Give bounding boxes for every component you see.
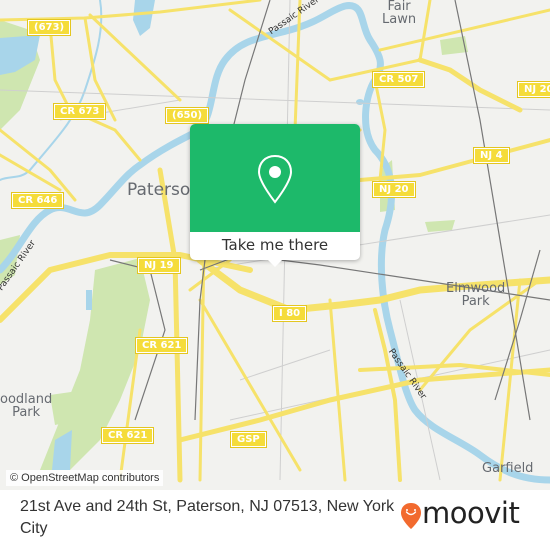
pond-park	[86, 290, 92, 310]
rail-line	[494, 249, 541, 401]
road-shield: I 80	[271, 305, 308, 322]
destination-popup[interactable]: Take me there	[190, 124, 360, 267]
road-shield: GSP	[230, 431, 267, 448]
road	[0, 0, 262, 22]
address-text: 21st Ave and 24th St, Paterson, NJ 07513…	[20, 498, 395, 537]
road	[418, 0, 432, 62]
road-shield: (650)	[164, 107, 210, 124]
road-shield: (673)	[26, 19, 72, 36]
road-shield: NJ 20	[517, 81, 550, 98]
road-shield: CR 646	[10, 192, 65, 209]
road-shield: CR 673	[52, 103, 107, 120]
moovit-pin-smile-icon	[401, 503, 421, 529]
road-nj20-north	[417, 57, 523, 113]
road-shield: CR 621	[134, 337, 189, 354]
popup-header	[190, 124, 360, 232]
location-pin-icon	[257, 154, 293, 204]
map-attribution[interactable]: © OpenStreetMap contributors	[6, 470, 164, 486]
road-shield: NJ 20	[372, 181, 416, 198]
moovit-wordmark: moovit	[422, 496, 520, 530]
place-label-fair-lawn: Fair Lawn	[382, 0, 417, 27]
road-shield: CR 507	[371, 71, 426, 88]
park-woodland	[50, 390, 85, 425]
minor-road	[239, 349, 331, 381]
road-shield: NJ 4	[473, 147, 510, 164]
road	[88, 13, 182, 102]
take-me-there-button[interactable]: Take me there	[190, 232, 360, 260]
map[interactable]: (673) CR 673 (650) CR 507 CR 646 NJ 20 N…	[0, 0, 550, 490]
place-label-elmwood-park: Elmwood Park	[446, 281, 506, 309]
road	[0, 128, 77, 202]
road-nj20-south	[373, 308, 402, 482]
road-shield: NJ 19	[137, 257, 181, 274]
road-gsp	[177, 367, 550, 443]
park-ne	[440, 36, 468, 55]
popup-pointer	[267, 259, 283, 267]
road-shield: CR 621	[100, 427, 155, 444]
place-label-woodland-park: oodland Park	[0, 392, 53, 420]
road-nj19-south	[157, 167, 183, 483]
road	[498, 278, 522, 482]
pond	[356, 99, 364, 105]
road	[328, 298, 347, 482]
place-label-garfield: Garfield	[482, 461, 534, 476]
footer: 21st Ave and 24th St, Paterson, NJ 07513…	[0, 490, 550, 550]
reservoir-north	[133, 0, 155, 36]
